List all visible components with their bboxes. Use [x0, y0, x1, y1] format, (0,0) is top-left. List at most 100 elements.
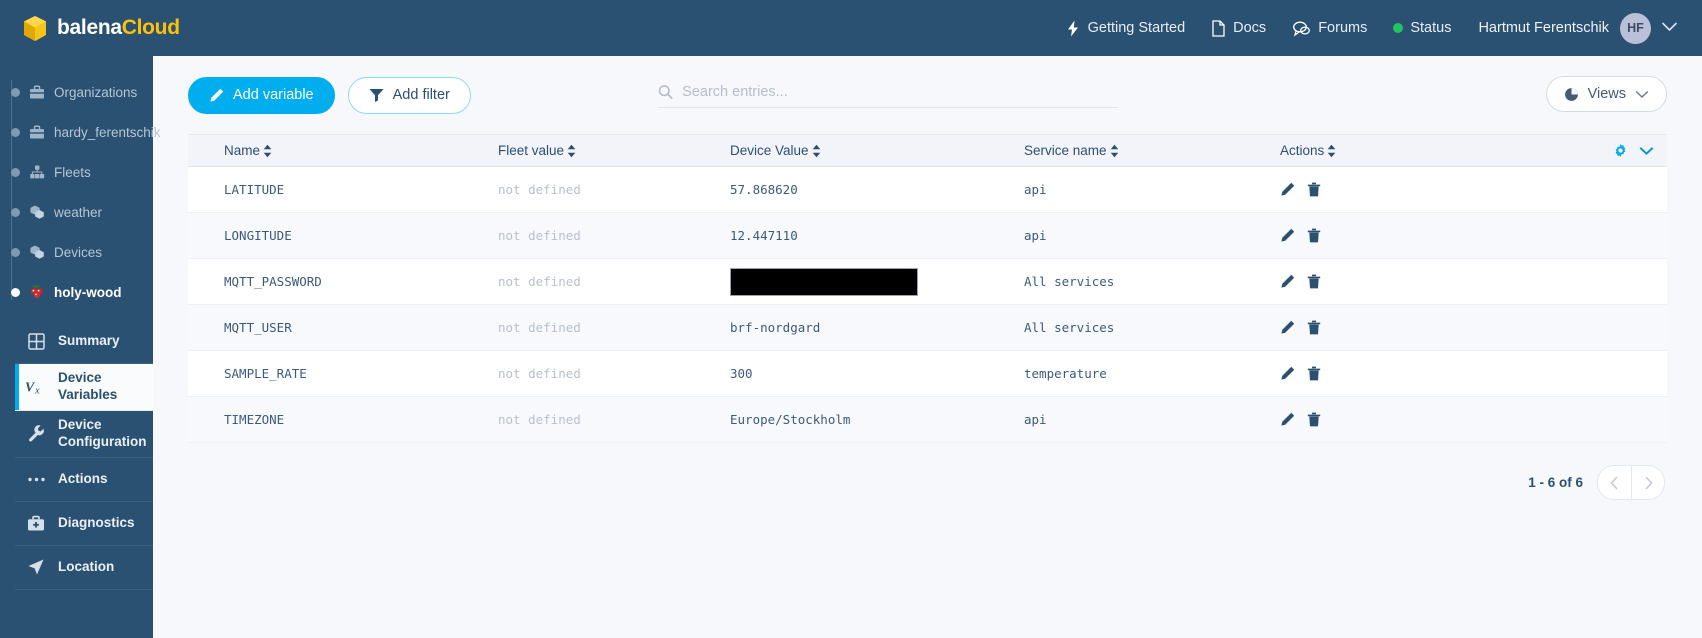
sidebar-item-hardy-ferentschik[interactable]: hardy_ferentschik — [0, 112, 161, 152]
sort-icon — [263, 144, 272, 157]
cell-device-value: Europe/Stockholm — [730, 412, 851, 427]
cell-actions — [1280, 182, 1570, 197]
views-label: Views — [1587, 86, 1626, 102]
table-row[interactable]: LONGITUDE not defined 12.447110 api — [188, 213, 1667, 259]
sidebar-item-summary[interactable]: Summary — [15, 320, 153, 364]
sidebar-item-diagnostics[interactable]: Diagnostics — [15, 502, 153, 546]
table-header-row: Name Fleet value Device Value Service na… — [188, 134, 1667, 167]
balena-cloud-logo[interactable]: balenaCloud — [22, 15, 180, 42]
cell-device-value: 300 — [730, 366, 753, 381]
edit-pencil-icon[interactable] — [1280, 320, 1295, 335]
sidebar-item-device-configuration-label: Device Configuration — [58, 416, 147, 449]
breadcrumb-dot — [11, 127, 20, 137]
chevron-down-icon[interactable] — [1661, 19, 1678, 37]
search-box[interactable] — [658, 84, 1118, 108]
cell-fleet-value: not defined — [498, 274, 581, 289]
chat-icon — [1293, 21, 1311, 37]
raspberry-pi-icon — [30, 285, 43, 298]
cell-service-name: api — [1024, 412, 1047, 427]
column-header-fleet-value[interactable]: Fleet value — [498, 143, 730, 158]
sidebar-item-hardy-ferentschik-label: hardy_ferentschik — [54, 124, 161, 140]
chevron-left-icon — [1610, 475, 1618, 490]
nav-status-label: Status — [1410, 20, 1452, 36]
add-filter-button[interactable]: Add filter — [347, 76, 471, 114]
gear-icon[interactable] — [1613, 143, 1628, 158]
delete-trash-icon[interactable] — [1307, 182, 1321, 197]
nav-docs[interactable]: Docs — [1198, 0, 1279, 56]
delete-trash-icon[interactable] — [1307, 320, 1321, 335]
briefcase-icon — [30, 125, 44, 139]
grid-icon — [25, 333, 47, 350]
edit-pencil-icon[interactable] — [1280, 412, 1295, 427]
sidebar-item-devices[interactable]: Devices — [0, 232, 153, 272]
sidebar-item-organizations-label: Organizations — [54, 84, 138, 100]
brand-balena: balena — [57, 16, 122, 39]
column-header-name[interactable]: Name — [188, 143, 498, 158]
delete-trash-icon[interactable] — [1307, 228, 1321, 243]
nav-getting-started[interactable]: Getting Started — [1052, 0, 1199, 56]
edit-pencil-icon[interactable] — [1280, 274, 1295, 289]
briefcase-icon — [30, 85, 44, 99]
chevron-down-icon[interactable] — [1639, 146, 1654, 156]
pagination-next-button[interactable] — [1631, 466, 1664, 499]
table-body: LATITUDE not defined 57.868620 api LONGI… — [188, 167, 1667, 443]
cell-name: MQTT_PASSWORD — [224, 274, 322, 289]
add-variable-button[interactable]: Add variable — [188, 76, 335, 114]
table-row[interactable]: LATITUDE not defined 57.868620 api — [188, 167, 1667, 213]
chevron-right-icon — [1644, 475, 1653, 490]
column-header-fleet-value-label: Fleet value — [498, 143, 565, 158]
sidebar-item-location-label: Location — [58, 558, 115, 574]
ellipsis-icon — [25, 476, 47, 483]
edit-pencil-icon[interactable] — [1280, 228, 1295, 243]
delete-trash-icon[interactable] — [1307, 366, 1321, 381]
nav-forums[interactable]: Forums — [1279, 0, 1380, 56]
column-header-device-value[interactable]: Device Value — [730, 143, 1024, 158]
user-menu[interactable]: Hartmut Ferentschik HF — [1464, 12, 1651, 44]
cell-name: LATITUDE — [224, 182, 285, 197]
delete-trash-icon[interactable] — [1307, 274, 1321, 289]
delete-trash-icon[interactable] — [1307, 412, 1321, 427]
sidebar-item-devices-label: Devices — [54, 244, 103, 260]
search-input[interactable] — [682, 84, 1118, 100]
table-row[interactable]: TIMEZONE not defined Europe/Stockholm ap… — [188, 397, 1667, 443]
cell-fleet-value: not defined — [498, 320, 581, 335]
sort-icon — [1110, 144, 1118, 157]
column-header-actions-label: Actions — [1280, 143, 1325, 158]
sidebar-item-actions[interactable]: Actions — [15, 458, 153, 502]
cell-fleet-value: not defined — [498, 228, 581, 243]
column-header-name-label: Name — [224, 143, 261, 158]
pagination: 1 - 6 of 6 — [153, 443, 1702, 500]
cell-device-value — [730, 267, 1024, 296]
cell-name: TIMEZONE — [224, 412, 285, 427]
sidebar-item-location[interactable]: Location — [15, 546, 153, 590]
nav-status[interactable]: Status — [1380, 0, 1464, 56]
table-row[interactable]: SAMPLE_RATE not defined 300 temperature — [188, 351, 1667, 397]
sidebar-item-fleets[interactable]: Fleets — [0, 152, 153, 192]
edit-pencil-icon[interactable] — [1280, 366, 1295, 381]
sidebar-item-weather[interactable]: weather — [0, 192, 153, 232]
pagination-label: 1 - 6 of 6 — [1528, 475, 1583, 490]
column-header-service-name[interactable]: Service name — [1024, 143, 1280, 158]
sidebar-item-organizations[interactable]: Organizations — [0, 72, 153, 112]
fleet-icon — [30, 165, 45, 179]
views-button[interactable]: Views — [1545, 76, 1667, 112]
medkit-icon — [25, 515, 47, 532]
cell-service-name: api — [1024, 228, 1047, 243]
sidebar-breadcrumbs: Organizations hardy_ferentschik Fleets w… — [0, 64, 161, 316]
sort-icon — [567, 144, 576, 157]
table-row[interactable]: MQTT_USER not defined brf-nordgard All s… — [188, 305, 1667, 351]
sidebar-item-device-configuration[interactable]: Device Configuration — [15, 411, 153, 458]
sort-icon — [1327, 144, 1336, 157]
avatar: HF — [1620, 12, 1651, 44]
sidebar: Organizations hardy_ferentschik Fleets w… — [0, 56, 161, 638]
pagination-prev-button[interactable] — [1598, 466, 1631, 499]
column-header-device-value-label: Device Value — [730, 143, 809, 158]
column-header-actions[interactable]: Actions — [1280, 143, 1570, 158]
table-row[interactable]: MQTT_PASSWORD not defined All services — [188, 259, 1667, 305]
edit-pencil-icon[interactable] — [1280, 182, 1295, 197]
sidebar-item-holy-wood[interactable]: holy-wood — [0, 272, 153, 312]
cell-name: SAMPLE_RATE — [224, 366, 307, 381]
cell-service-name: All services — [1024, 274, 1115, 289]
sidebar-item-device-variables[interactable]: Vx Device Variables — [15, 364, 153, 411]
main-content: Add variable Add filter Views Name Fleet… — [153, 56, 1702, 638]
